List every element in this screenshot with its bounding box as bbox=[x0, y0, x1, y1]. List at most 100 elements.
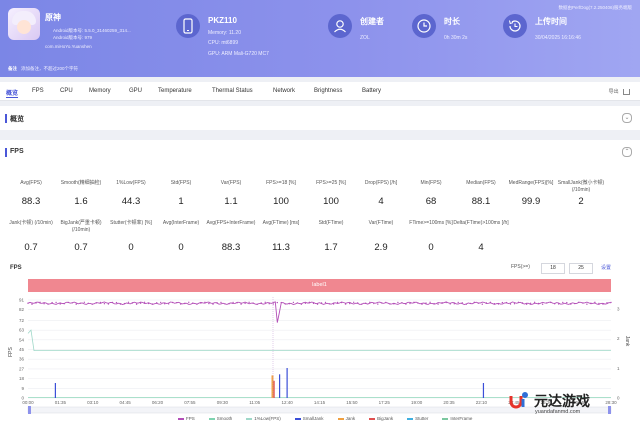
site-url: yuandafanmd.com bbox=[535, 409, 581, 415]
metric-label: Drop(FPS) [/h] bbox=[364, 180, 398, 186]
device-card: PKZ110 Memory: 11.20 CPU: mt6899 GPU: AR… bbox=[176, 10, 306, 57]
metric-value: 4 bbox=[478, 242, 484, 253]
metric-label: 1%Low(FPS) bbox=[116, 180, 146, 186]
metric-value: 1.7 bbox=[324, 242, 338, 253]
collapse-fps-button[interactable]: ⌃ bbox=[622, 147, 632, 157]
row1-metric: Std(FPS) 1 bbox=[153, 180, 209, 207]
fps-filter-input-2[interactable]: 25 bbox=[569, 263, 593, 274]
device-cpu: CPU: mt6899 bbox=[208, 40, 239, 46]
row1-metric: FPS>=18 [%] 100 bbox=[253, 180, 309, 207]
app-icon-face bbox=[17, 20, 31, 34]
export-label: 导出 bbox=[608, 89, 619, 95]
app-android-version: Android版本号: 5.5.0_31460259_314... bbox=[53, 28, 131, 33]
creator-title: 创建者 bbox=[360, 17, 384, 26]
tab-memory[interactable]: Memory bbox=[89, 88, 111, 94]
tab-overview[interactable]: 概览 bbox=[6, 88, 19, 98]
metric-label: FTime>=100ms [%] bbox=[409, 220, 453, 226]
export-button[interactable]: 导出 bbox=[609, 88, 630, 95]
history-icon bbox=[503, 14, 527, 38]
row2-metric: Delta(FTime)>100ms [/h] 4 bbox=[453, 220, 509, 253]
row1-metric: Smooth(精细抽检) 1.6 bbox=[53, 180, 109, 207]
legend-swatch bbox=[407, 417, 414, 420]
app-android-code: Android版本号: 979 bbox=[53, 35, 93, 40]
metric-value: 1.6 bbox=[74, 196, 88, 207]
chart-settings-button[interactable]: 设置 bbox=[601, 264, 611, 271]
phone-icon bbox=[176, 14, 200, 38]
metric-label: Jank(卡顿) (/10min) bbox=[9, 220, 53, 226]
row1-metric: Var(FPS) 1.1 bbox=[203, 180, 259, 207]
app-name: 原神 bbox=[45, 13, 61, 22]
tab-gpu[interactable]: GPU bbox=[129, 88, 142, 94]
metric-label: Avg(FPS) bbox=[20, 180, 42, 186]
metric-label: Var(FTime) bbox=[368, 220, 394, 226]
metric-label: Min(FPS) bbox=[420, 180, 442, 186]
legend-item[interactable]: Jank bbox=[337, 416, 355, 421]
site-name: 元达游戏 bbox=[534, 393, 590, 409]
metric-value: 0.7 bbox=[24, 242, 38, 253]
metric-label: MedRange(FPS)[%] bbox=[508, 180, 554, 186]
row2-metric: Avg(InterFrame) 0 bbox=[153, 220, 209, 253]
report-header: 原神 Android版本号: 5.5.0_31460259_314... And… bbox=[0, 0, 640, 77]
collapse-overview-button[interactable]: ⌄ bbox=[622, 113, 632, 123]
chart-legend: FPS Smooth 1%Low(FPS) SmallJank Jank BigJank S… bbox=[178, 416, 486, 421]
metric-value: 100 bbox=[273, 196, 289, 207]
legend-item[interactable]: Stutter bbox=[407, 416, 428, 421]
duration-title: 时长 bbox=[444, 17, 460, 26]
tab-thermal-status[interactable]: Thermal Status bbox=[212, 88, 253, 94]
metric-label: BigJank(严重卡顿) (/10min) bbox=[60, 220, 102, 233]
metric-value: 88.3 bbox=[21, 196, 41, 207]
tab-cpu[interactable]: CPU bbox=[60, 88, 73, 94]
metric-label: Median(FPS) bbox=[466, 180, 496, 186]
legend-swatch bbox=[246, 417, 253, 420]
legend-item[interactable]: BigJank bbox=[369, 416, 393, 421]
legend-item[interactable]: Smooth bbox=[208, 416, 232, 421]
overview-title: 概览 bbox=[5, 114, 24, 123]
user-icon bbox=[328, 14, 352, 38]
metric-value: 11.3 bbox=[272, 242, 290, 253]
metric-value: 0 bbox=[428, 242, 434, 253]
creator-card: 创建者 ZOL bbox=[328, 10, 398, 50]
legend-label: InterFrame bbox=[450, 416, 473, 421]
fps-filter-input-1[interactable]: 18 bbox=[541, 263, 565, 274]
row1-metric: Min(FPS) 68 bbox=[403, 180, 459, 207]
overview-panel: 概览 ⌄ bbox=[0, 106, 640, 130]
metric-value: 1.1 bbox=[224, 196, 238, 207]
legend-label: 1%Low(FPS) bbox=[254, 416, 281, 421]
remark[interactable]: 备注 添加备注，不超过200个字符 bbox=[8, 66, 78, 72]
legend-item[interactable]: FPS bbox=[178, 416, 195, 421]
tab-fps[interactable]: FPS bbox=[32, 88, 44, 94]
legend-swatch bbox=[337, 417, 344, 420]
row2-metric: Std(FTime) 1.7 bbox=[303, 220, 359, 253]
duration-card: 时长 0h 30m 2s bbox=[412, 10, 492, 50]
legend-swatch bbox=[442, 417, 449, 420]
device-model: PKZ110 bbox=[208, 16, 237, 25]
metric-value: 0.7 bbox=[74, 242, 88, 253]
tab-temperature[interactable]: Temperature bbox=[158, 88, 192, 94]
row2-metric: BigJank(严重卡顿) (/10min) 0.7 bbox=[53, 220, 109, 253]
upload-title: 上传时间 bbox=[535, 17, 567, 26]
row2-metric: FTime>=100ms [%] 0 bbox=[403, 220, 459, 253]
chevron-up-icon: ⌃ bbox=[624, 149, 630, 155]
remark-placeholder[interactable]: 添加备注，不超过200个字符 bbox=[21, 66, 78, 71]
metric-value: 4 bbox=[378, 196, 384, 207]
row1-metric: FPS>=25 [%] 100 bbox=[303, 180, 359, 207]
duration-value: 0h 30m 2s bbox=[444, 35, 468, 41]
legend-label: FPS bbox=[186, 416, 195, 421]
row1-metric: Drop(FPS) [/h] 4 bbox=[353, 180, 409, 207]
metric-label: Avg(FPS+InterFrame) bbox=[206, 220, 256, 226]
tab-network[interactable]: Network bbox=[273, 88, 295, 94]
legend-swatch bbox=[208, 417, 215, 420]
legend-swatch bbox=[178, 417, 184, 420]
legend-item[interactable]: SmallJank bbox=[294, 416, 324, 421]
legend-item[interactable]: 1%Low(FPS) bbox=[246, 416, 281, 421]
legend-swatch bbox=[369, 417, 376, 420]
app-icon bbox=[8, 8, 40, 40]
legend-label: SmallJank bbox=[302, 416, 324, 421]
metric-value: 88.3 bbox=[221, 242, 241, 253]
legend-item[interactable]: InterFrame bbox=[442, 416, 472, 421]
tab-battery[interactable]: Battery bbox=[362, 88, 381, 94]
tab-brightness[interactable]: Brightness bbox=[314, 88, 342, 94]
label-bar[interactable]: label1 bbox=[28, 279, 611, 292]
device-memory: Memory: 11.20 bbox=[208, 30, 241, 36]
site-logo-mark bbox=[509, 392, 528, 409]
